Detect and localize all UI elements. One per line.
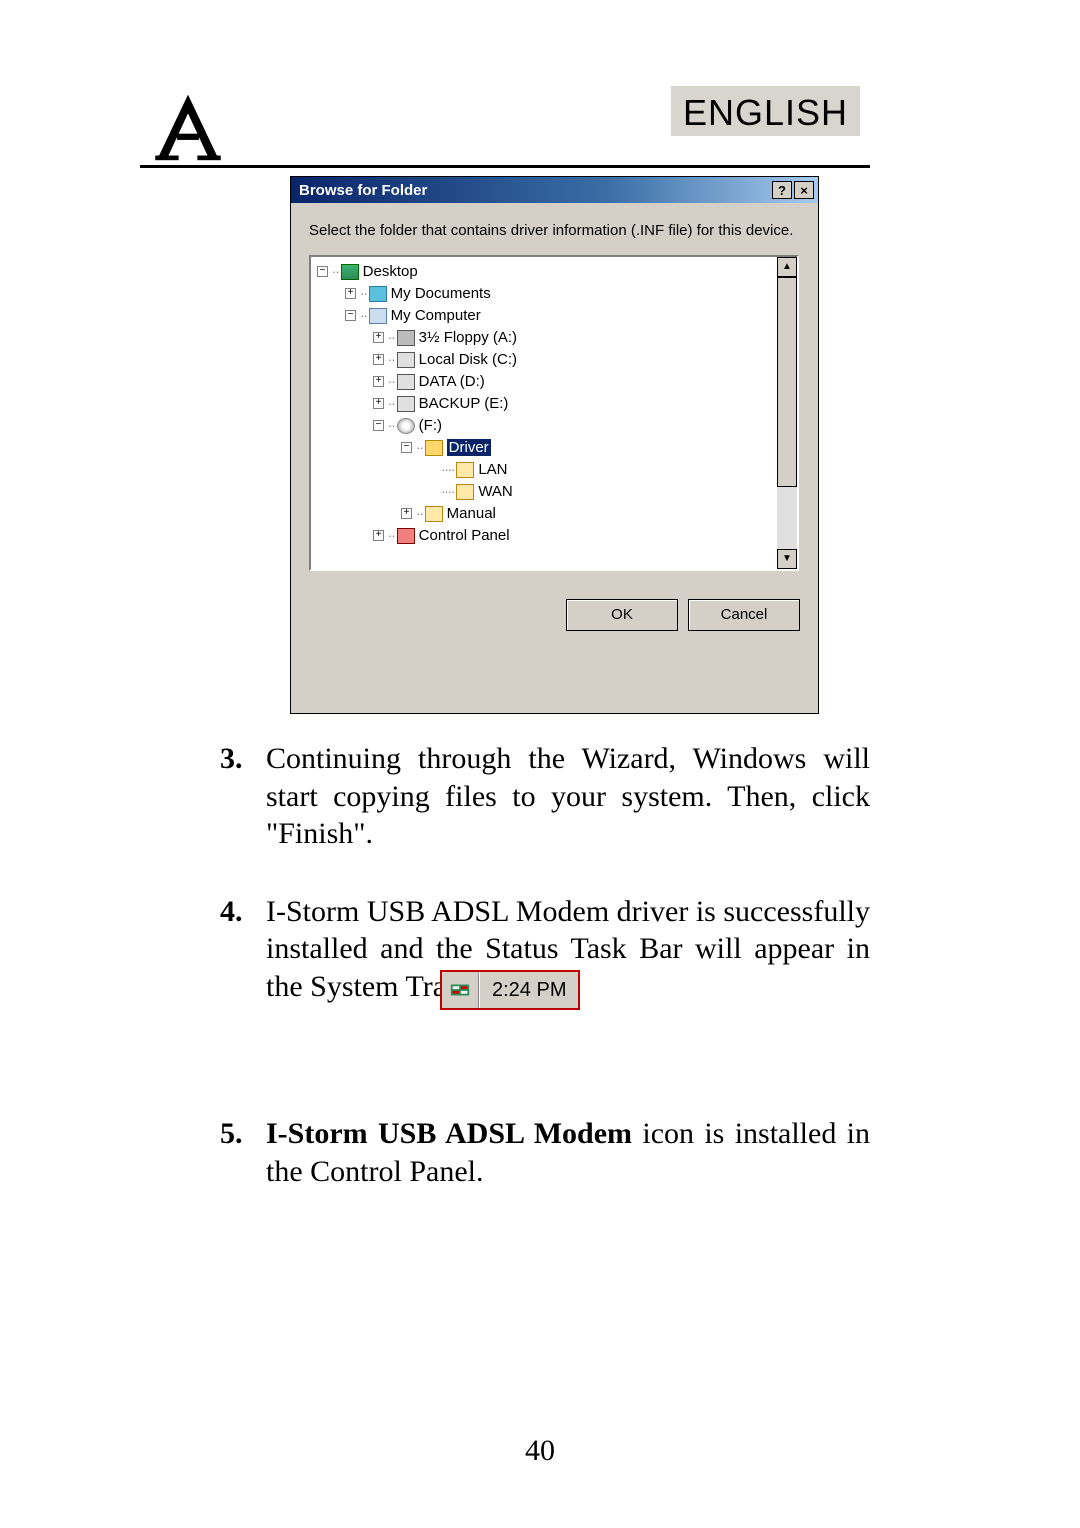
step-number: 5. xyxy=(220,1115,266,1190)
tree-connector: ·· xyxy=(388,528,395,543)
tree-label: LAN xyxy=(478,461,507,478)
collapse-icon[interactable]: − xyxy=(373,420,384,431)
tree-connector: ···· xyxy=(441,484,454,499)
tree-item-manual[interactable]: + ·· Manual xyxy=(317,503,771,525)
folder-tree[interactable]: − ·· Desktop + ·· My Documents − ·· xyxy=(309,255,799,571)
scroll-down-button[interactable]: ▼ xyxy=(777,549,797,569)
collapse-icon[interactable]: − xyxy=(345,310,356,321)
tree-item-my-computer[interactable]: − ·· My Computer xyxy=(317,305,771,327)
expand-icon[interactable]: + xyxy=(373,530,384,541)
disk-icon xyxy=(397,396,415,412)
folder-tree-viewport: − ·· Desktop + ·· My Documents − ·· xyxy=(311,257,777,569)
tree-label: (F:) xyxy=(419,417,442,434)
list-item: 5. I-Storm USB ADSL Modem icon is instal… xyxy=(220,1115,870,1190)
dialog-instruction: Select the folder that contains driver i… xyxy=(309,221,802,241)
disk-icon xyxy=(397,352,415,368)
dialog-title: Browse for Folder xyxy=(299,182,770,199)
system-tray: 2:24 PM xyxy=(440,970,580,1010)
folder-open-icon xyxy=(425,440,443,456)
step-number: 3. xyxy=(220,740,266,853)
tree-label: WAN xyxy=(478,483,512,500)
modem-status-icon xyxy=(442,972,479,1008)
page: ENGLISH Browse for Folder ? × Select the… xyxy=(0,0,1080,1528)
cd-icon xyxy=(397,418,415,434)
ok-button[interactable]: OK xyxy=(566,599,678,631)
vertical-scrollbar[interactable]: ▲ ▼ xyxy=(777,257,797,569)
tree-item-lan[interactable]: ···· LAN xyxy=(317,459,771,481)
tree-label: Local Disk (C:) xyxy=(419,351,517,368)
list-item: 3. Continuing through the Wizard, Window… xyxy=(220,740,870,853)
expand-icon[interactable]: + xyxy=(373,398,384,409)
folder-icon xyxy=(456,484,474,500)
tree-label: Manual xyxy=(447,505,496,522)
brand-logo-icon xyxy=(148,90,228,168)
language-tab: ENGLISH xyxy=(671,86,860,136)
scroll-thumb[interactable] xyxy=(777,277,797,487)
tree-connector: ·· xyxy=(360,308,367,323)
control-panel-icon xyxy=(397,528,415,544)
tree-label-selected: Driver xyxy=(447,439,491,456)
step-text: Continuing through the Wizard, Windows w… xyxy=(266,740,870,853)
expand-icon[interactable]: + xyxy=(373,332,384,343)
tree-connector: ·· xyxy=(388,330,395,345)
page-number: 40 xyxy=(0,1434,1080,1468)
step-number: 4. xyxy=(220,893,266,1006)
tree-label: My Computer xyxy=(391,307,481,324)
folder-icon xyxy=(425,506,443,522)
cancel-button[interactable]: Cancel xyxy=(688,599,800,631)
tree-connector: ·· xyxy=(360,286,367,301)
spacer xyxy=(220,1045,870,1115)
help-button[interactable]: ? xyxy=(772,181,792,199)
expand-icon[interactable]: + xyxy=(373,354,384,365)
tree-connector: ·· xyxy=(332,264,339,279)
tray-clock: 2:24 PM xyxy=(479,972,578,1008)
documents-icon xyxy=(369,286,387,302)
tree-item-desktop[interactable]: − ·· Desktop xyxy=(317,261,771,283)
tree-connector: ·· xyxy=(388,352,395,367)
scroll-track[interactable] xyxy=(777,277,797,549)
tree-connector: ·· xyxy=(388,418,395,433)
tree-connector: ···· xyxy=(441,462,454,477)
desktop-icon xyxy=(341,264,359,280)
tree-label: My Documents xyxy=(391,285,491,302)
tree-label: Control Panel xyxy=(419,527,510,544)
expand-icon[interactable]: + xyxy=(401,508,412,519)
header-divider xyxy=(140,165,870,168)
computer-icon xyxy=(369,308,387,324)
tree-label: 3½ Floppy (A:) xyxy=(419,329,517,346)
step-text-bold: I-Storm USB ADSL Modem xyxy=(266,1117,632,1150)
title-bar: Browse for Folder ? × xyxy=(291,177,818,203)
tree-connector: ·· xyxy=(416,506,423,521)
expand-icon[interactable]: + xyxy=(345,288,356,299)
folder-icon xyxy=(456,462,474,478)
dialog-body: Select the folder that contains driver i… xyxy=(291,203,818,645)
expand-icon[interactable]: + xyxy=(373,376,384,387)
tree-item-backup-e[interactable]: + ·· BACKUP (E:) xyxy=(317,393,771,415)
disk-icon xyxy=(397,374,415,390)
close-button[interactable]: × xyxy=(794,181,814,199)
tree-connector: ·· xyxy=(416,440,423,455)
collapse-icon[interactable]: − xyxy=(317,266,328,277)
collapse-icon[interactable]: − xyxy=(401,442,412,453)
floppy-icon xyxy=(397,330,415,346)
tree-item-control-panel[interactable]: + ·· Control Panel xyxy=(317,525,771,547)
tree-item-driver[interactable]: − ·· Driver xyxy=(317,437,771,459)
tree-connector: ·· xyxy=(388,374,395,389)
tree-item-floppy[interactable]: + ·· 3½ Floppy (A:) xyxy=(317,327,771,349)
step-text: I-Storm USB ADSL Modem icon is installed… xyxy=(266,1115,870,1190)
tree-item-drive-f[interactable]: − ·· (F:) xyxy=(317,415,771,437)
tree-label: DATA (D:) xyxy=(419,373,485,390)
tree-item-local-disk[interactable]: + ·· Local Disk (C:) xyxy=(317,349,771,371)
language-label: ENGLISH xyxy=(683,92,848,133)
browse-for-folder-dialog: Browse for Folder ? × Select the folder … xyxy=(290,176,819,714)
scroll-up-button[interactable]: ▲ xyxy=(777,257,797,277)
tree-item-data-d[interactable]: + ·· DATA (D:) xyxy=(317,371,771,393)
tree-label: BACKUP (E:) xyxy=(419,395,509,412)
dialog-button-row: OK Cancel xyxy=(309,599,802,631)
tree-label: Desktop xyxy=(363,263,418,280)
tree-item-my-documents[interactable]: + ·· My Documents xyxy=(317,283,771,305)
tree-connector: ·· xyxy=(388,396,395,411)
tree-item-wan[interactable]: ···· WAN xyxy=(317,481,771,503)
